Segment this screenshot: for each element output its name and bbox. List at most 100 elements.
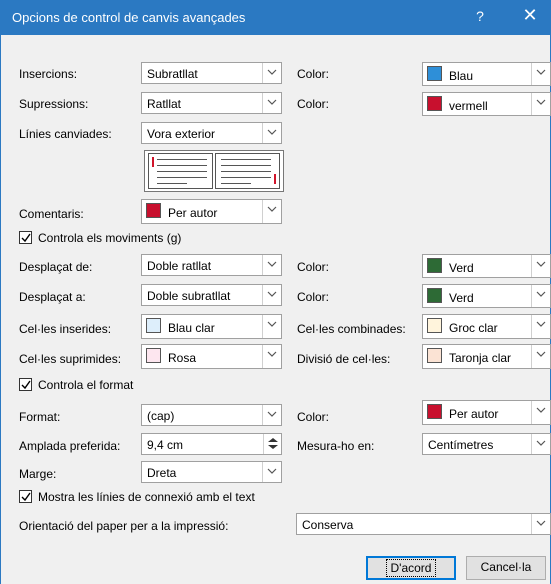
cancel-button[interactable]: Cancel·la: [466, 556, 546, 580]
track-formatting-checkbox[interactable]: [19, 378, 32, 391]
spin-down-icon[interactable]: [268, 445, 278, 449]
track-moves-checkbox[interactable]: [19, 231, 32, 244]
moved-to-label: Desplaçat a:: [19, 290, 86, 304]
deletions-label: Supressions:: [19, 97, 89, 111]
preview-line: [221, 165, 271, 166]
deletions-value: Ratllat: [147, 97, 182, 111]
comments-select[interactable]: Per autor: [141, 199, 282, 224]
deletions-color-label: Color:: [297, 97, 330, 111]
chevron-down-icon: [531, 285, 550, 307]
window-border-left: [0, 35, 1, 584]
margin-value: Dreta: [147, 466, 177, 480]
preferred-width-label: Amplada preferida:: [19, 439, 121, 453]
show-lines-label[interactable]: Mostra les línies de connexió amb el tex…: [38, 490, 255, 504]
merged-cells-select[interactable]: Groc clar: [422, 314, 551, 339]
ok-button[interactable]: D'acord: [366, 556, 456, 580]
color-swatch-green: [427, 288, 442, 303]
split-cells-value: Taronja clar: [449, 351, 512, 365]
close-button[interactable]: ✕: [515, 5, 545, 29]
format-color-value: Per autor: [449, 407, 499, 421]
chevron-down-icon: [262, 285, 281, 305]
comments-label: Comentaris:: [19, 207, 84, 221]
measure-in-select[interactable]: Centímetres: [422, 433, 551, 455]
inserted-cells-value: Blau clar: [168, 321, 215, 335]
chevron-down-icon: [262, 345, 281, 368]
deleted-cells-label: Cel·les suprimides:: [19, 352, 122, 366]
chevron-down-icon: [262, 462, 281, 482]
changed-lines-value: Vora exterior: [147, 127, 216, 141]
color-swatch-green: [427, 258, 442, 273]
split-cells-select[interactable]: Taronja clar: [422, 344, 551, 369]
orientation-select[interactable]: Conserva: [296, 513, 551, 535]
chevron-down-icon: [262, 200, 281, 223]
changed-lines-select[interactable]: Vora exterior: [141, 122, 282, 144]
preferred-width-spinner[interactable]: 9,4 cm: [141, 433, 282, 455]
moved-to-select[interactable]: Doble subratllat: [141, 284, 282, 306]
moved-from-color-label: Color:: [297, 260, 330, 274]
deletions-color-select[interactable]: vermell: [422, 92, 551, 116]
track-formatting-label[interactable]: Controla el format: [38, 378, 133, 392]
insertions-label: Insercions:: [19, 67, 78, 81]
margin-select[interactable]: Dreta: [141, 461, 282, 483]
insertions-color-select[interactable]: Blau: [422, 62, 551, 86]
preview-line: [157, 183, 187, 184]
help-button[interactable]: ?: [465, 8, 495, 28]
chevron-down-icon: [262, 93, 281, 113]
format-label: Format:: [19, 410, 61, 424]
margin-label: Marge:: [19, 467, 57, 481]
merged-cells-label: Cel·les combinades:: [297, 322, 406, 336]
format-select[interactable]: (cap): [141, 404, 282, 426]
color-swatch-light-yellow: [427, 318, 442, 333]
preview-line: [221, 177, 271, 178]
merged-cells-value: Groc clar: [449, 321, 498, 335]
moved-to-color-select[interactable]: Verd: [422, 284, 551, 308]
preview-line: [221, 171, 271, 172]
orientation-label: Orientació del paper per a la impressió:: [19, 519, 229, 533]
color-swatch-blue: [427, 66, 442, 81]
spin-up-icon[interactable]: [268, 438, 278, 442]
spinner-arrows-icon[interactable]: [263, 434, 282, 454]
deleted-cells-select[interactable]: Rosa: [141, 344, 282, 369]
moved-from-color-select[interactable]: Verd: [422, 254, 551, 278]
deletions-color-value: vermell: [449, 99, 488, 113]
track-moves-label[interactable]: Controla els moviments (g): [38, 231, 181, 245]
comments-value: Per autor: [168, 206, 218, 220]
format-value: (cap): [147, 409, 175, 423]
format-color-label: Color:: [297, 410, 330, 424]
preview-line: [157, 177, 207, 178]
dialog-title: Opcions de control de canvis avançades: [12, 10, 246, 25]
preview-line: [157, 159, 207, 160]
format-color-select[interactable]: Per autor: [422, 400, 551, 425]
split-cells-label: Divisió de cel·les:: [297, 352, 391, 366]
title-bar: Opcions de control de canvis avançades ?…: [0, 0, 551, 35]
measure-in-value: Centímetres: [428, 438, 494, 452]
deletions-select[interactable]: Ratllat: [141, 92, 282, 114]
preferred-width-value: 9,4 cm: [147, 438, 184, 452]
preview-line: [221, 159, 271, 160]
color-swatch-red: [427, 404, 442, 419]
deleted-cells-value: Rosa: [168, 351, 197, 365]
changed-lines-label: Línies canviades:: [19, 127, 112, 141]
chevron-down-icon: [531, 514, 550, 534]
measure-in-label: Mesura-ho en:: [297, 439, 375, 453]
moved-from-value: Doble ratllat: [147, 259, 212, 273]
insertions-select[interactable]: Subratllat: [141, 62, 282, 84]
insertions-value: Subratllat: [147, 67, 198, 81]
chevron-down-icon: [262, 315, 281, 338]
moved-to-color-value: Verd: [449, 291, 474, 305]
moved-from-select[interactable]: Doble ratllat: [141, 254, 282, 276]
show-lines-checkbox[interactable]: [19, 490, 32, 503]
insertions-color-label: Color:: [297, 67, 330, 81]
orientation-value: Conserva: [302, 518, 354, 532]
chevron-down-icon: [262, 255, 281, 275]
color-swatch-pink: [146, 348, 161, 363]
color-swatch-red: [146, 203, 161, 218]
preview-line: [157, 171, 207, 172]
chevron-down-icon: [531, 434, 550, 454]
inserted-cells-select[interactable]: Blau clar: [141, 314, 282, 339]
preview-page-left: [148, 153, 213, 189]
chevron-down-icon: [531, 315, 550, 338]
preview-line: [221, 183, 251, 184]
chevron-down-icon: [531, 63, 550, 85]
chevron-down-icon: [262, 405, 281, 425]
